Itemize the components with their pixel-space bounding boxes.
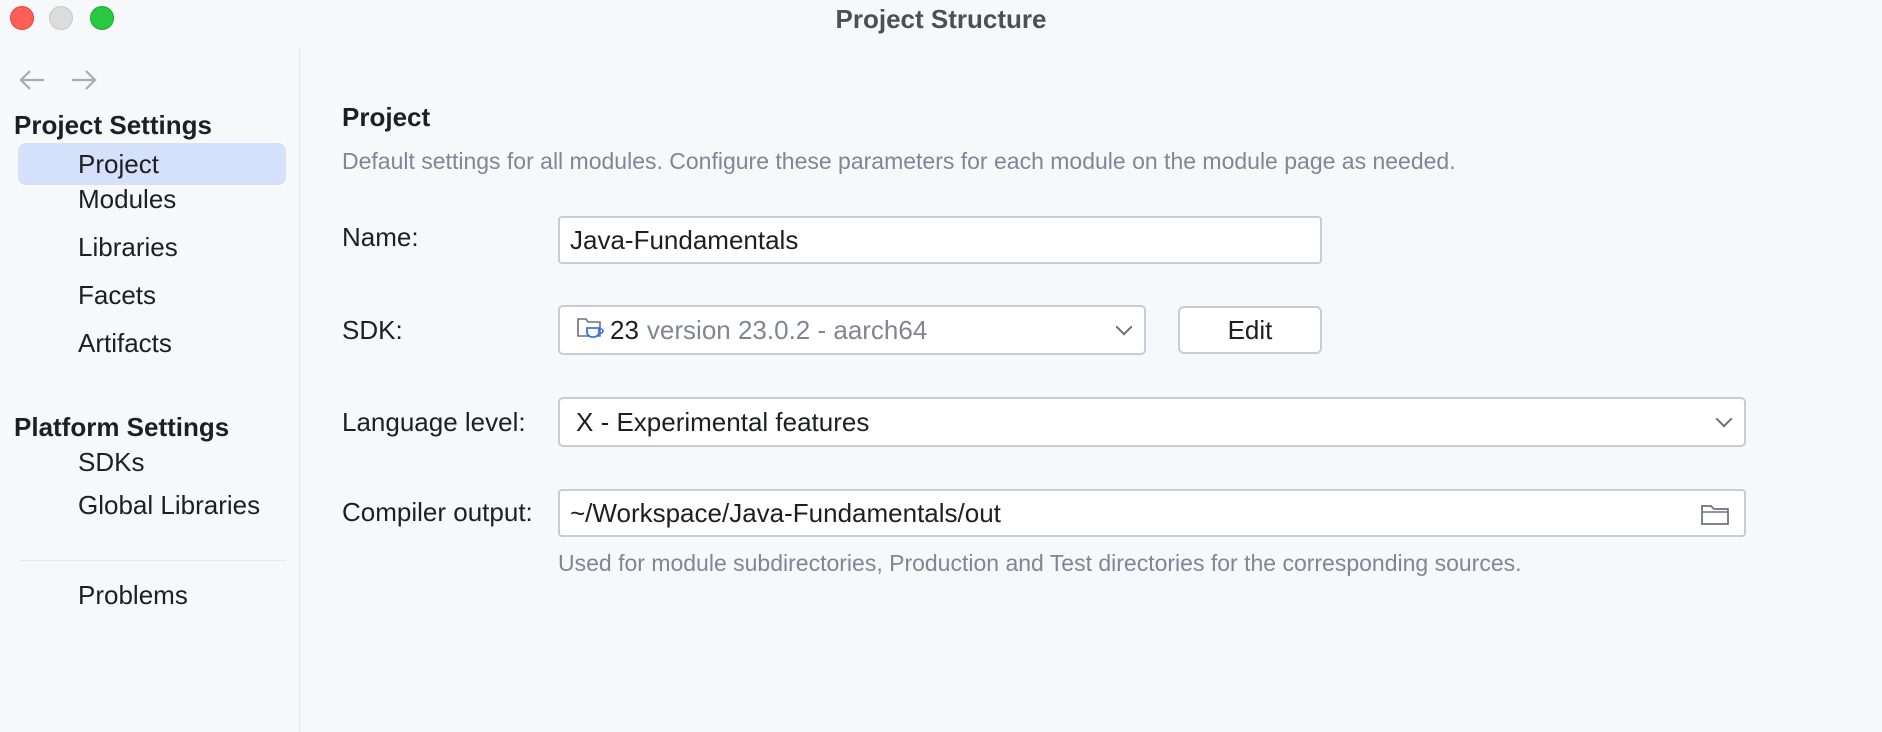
- sidebar-item-artifacts[interactable]: Artifacts: [18, 322, 286, 364]
- language-level-value: X - Experimental features: [576, 406, 870, 437]
- folder-icon[interactable]: [1700, 503, 1730, 534]
- sidebar-item-label: Global Libraries: [78, 490, 261, 520]
- sdk-dropdown[interactable]: 23 version 23.0.2 - aarch64: [558, 305, 1146, 355]
- compiler-output-hint: Used for module subdirectories, Producti…: [558, 550, 1522, 576]
- page-title: Project: [342, 102, 431, 132]
- arrow-right-icon[interactable]: [70, 68, 98, 98]
- chevron-down-icon: [1115, 318, 1133, 336]
- group-header-platform-settings: Platform Settings: [14, 412, 230, 442]
- page-description: Default settings for all modules. Config…: [342, 148, 1456, 174]
- sidebar-item-libraries[interactable]: Libraries: [18, 226, 286, 268]
- sidebar-item-label: Modules: [78, 184, 177, 214]
- main-panel: Project Default settings for all modules…: [301, 36, 1882, 732]
- name-value: Java-Fundamentals: [570, 224, 799, 255]
- sidebar-item-label: SDKs: [78, 447, 145, 477]
- name-label: Name:: [342, 222, 419, 252]
- sidebar-item-label: Artifacts: [78, 328, 172, 358]
- language-level-label: Language level:: [342, 407, 526, 437]
- sidebar-item-problems[interactable]: Problems: [18, 574, 286, 616]
- sidebar: Project Settings Project Modules Librari…: [0, 48, 300, 732]
- sidebar-item-global-libraries[interactable]: Global Libraries: [18, 484, 286, 526]
- window-title: Project Structure: [835, 4, 1047, 34]
- compiler-output-field[interactable]: ~/Workspace/Java-Fundamentals/out: [558, 489, 1746, 537]
- sidebar-item-facets[interactable]: Facets: [18, 274, 286, 316]
- sidebar-item-label: Problems: [78, 580, 188, 610]
- compiler-output-label: Compiler output:: [342, 497, 533, 527]
- java-sdk-folder-icon: [576, 314, 604, 347]
- language-level-dropdown[interactable]: X - Experimental features: [558, 397, 1746, 447]
- sidebar-item-modules[interactable]: Modules: [18, 178, 286, 220]
- sdk-detail: version 23.0.2 - aarch64: [646, 314, 928, 345]
- chevron-down-icon: [1715, 410, 1733, 428]
- group-header-project-settings: Project Settings: [14, 110, 212, 140]
- sidebar-item-label: Facets: [78, 280, 157, 310]
- arrow-left-icon[interactable]: [18, 68, 46, 98]
- name-field[interactable]: Java-Fundamentals: [558, 216, 1322, 264]
- sidebar-item-label: Project: [78, 149, 159, 179]
- sidebar-item-sdks[interactable]: SDKs: [18, 441, 286, 483]
- sdk-edit-button[interactable]: Edit: [1178, 306, 1322, 354]
- sdk-name: 23: [610, 314, 639, 345]
- sdk-label: SDK:: [342, 315, 403, 345]
- compiler-output-value: ~/Workspace/Java-Fundamentals/out: [570, 497, 1001, 528]
- title-bar: Project Structure: [0, 0, 1882, 36]
- sidebar-item-label: Libraries: [78, 232, 178, 262]
- sidebar-divider: [20, 560, 286, 561]
